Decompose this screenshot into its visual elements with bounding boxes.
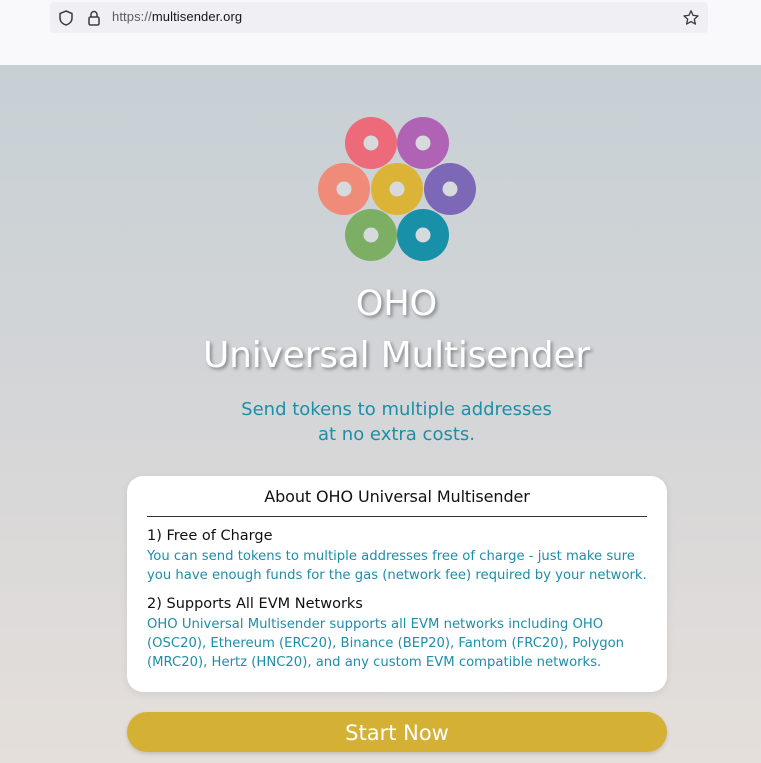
start-now-button[interactable]: Start Now	[127, 712, 667, 752]
about-card: About OHO Universal Multisender 1) Free …	[127, 476, 667, 692]
feature-desc-free-line-2: you have enough funds for the gas (netwo…	[147, 568, 647, 583]
shield-icon[interactable]	[57, 9, 75, 27]
about-divider	[147, 516, 647, 517]
feature-title-free: 1) Free of Charge	[147, 528, 273, 544]
logo-ring-hole	[336, 181, 352, 197]
logo-ring-hole	[363, 135, 379, 151]
logo-ring-hole	[442, 181, 458, 197]
page-title-product: Universal Multisender	[202, 335, 590, 376]
browser-toolbar: https://multisender.org	[0, 0, 761, 65]
feature-desc-free-line-1: You can send tokens to multiple addresse…	[147, 549, 635, 564]
lock-icon[interactable]	[85, 9, 103, 27]
logo-ring-hole	[389, 181, 405, 197]
feature-desc-evm: OHO Universal Multisender supports all E…	[147, 615, 652, 672]
feature-title-evm: 2) Supports All EVM Networks	[147, 596, 363, 612]
logo-ring-hole	[415, 135, 431, 151]
tagline-line-2: at no extra costs.	[317, 424, 476, 445]
address-bar[interactable]: https://multisender.org	[50, 2, 708, 33]
multisender-logo-icon	[318, 117, 476, 261]
feature-desc-free: You can send tokens to multiple addresse…	[147, 547, 652, 585]
url-protocol: https://	[112, 9, 152, 24]
feature-desc-evm-line-2: (OSC20), Ethereum (ERC20), Binance (BEP2…	[147, 636, 625, 651]
page-title-oho: OHO	[355, 284, 438, 324]
star-icon[interactable]	[682, 9, 700, 27]
url-host: multisender.org	[151, 9, 243, 24]
logo-ring-hole	[415, 227, 431, 243]
logo-ring-hole	[363, 227, 379, 243]
page-content: OHO Universal Multisender Send tokens to…	[0, 65, 761, 763]
feature-desc-evm-line-3: (MRC20), Hertz (HNC20), and any custom E…	[147, 655, 602, 670]
tagline-line-1: Send tokens to multiple addresses	[241, 399, 552, 420]
url-text[interactable]: https://multisender.org	[112, 9, 242, 24]
about-heading: About OHO Universal Multisender	[264, 487, 530, 506]
feature-desc-evm-line-1: OHO Universal Multisender supports all E…	[147, 617, 604, 632]
